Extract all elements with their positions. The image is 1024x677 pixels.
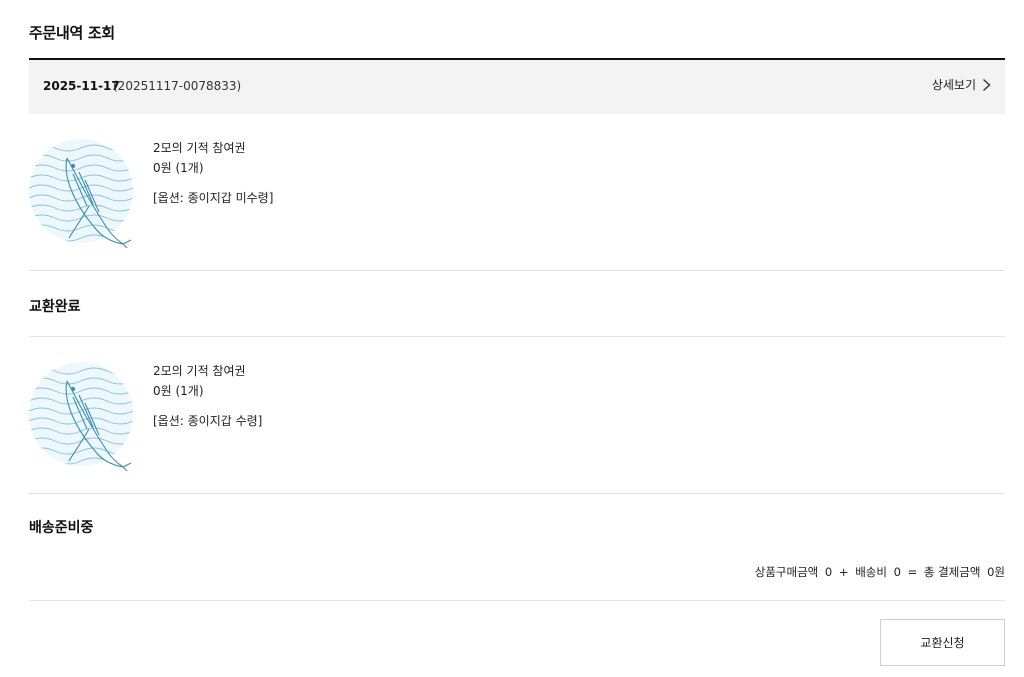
divider: [29, 270, 1005, 271]
item-name[interactable]: 2모의 기적 참여권: [153, 139, 246, 156]
divider: [29, 336, 1005, 337]
item-price: 0원 (1개): [153, 161, 204, 175]
exchange-request-button[interactable]: 교환신청: [880, 619, 1005, 666]
chevron-right-icon: [983, 78, 991, 91]
product-amount-label: 상품구매금액: [754, 565, 819, 579]
item-price: 0원 (1개): [153, 384, 204, 398]
page-title: 주문내역 조회: [29, 24, 115, 42]
view-details-label: 상세보기: [931, 78, 976, 92]
product-thumbnail-whale[interactable]: [29, 136, 141, 248]
view-details-link[interactable]: 상세보기: [932, 76, 991, 93]
product-amount-value: 0: [824, 565, 833, 579]
divider: [29, 493, 1005, 494]
shipping-fee-value: 0: [893, 565, 901, 579]
item-name[interactable]: 2모의 기적 참여권: [153, 362, 246, 379]
divider: [29, 600, 1005, 601]
shipping-fee-label: 배송비: [855, 565, 887, 579]
status-preparing-shipment: 배송준비중: [29, 520, 94, 536]
order-number: (20251117-0078833): [113, 79, 242, 93]
order-header: 2025-11-17 (20251117-0078833) 상세보기: [29, 60, 1005, 114]
total-payment-value: 0원: [987, 565, 1005, 579]
total-payment-label: 총 결제금액: [923, 565, 981, 579]
plus-sign: +: [838, 565, 849, 579]
payment-summary: 상품구매금액 0 + 배송비 0 = 총 결제금액 0원: [752, 564, 1005, 580]
status-exchange-complete: 교환완료: [29, 299, 81, 315]
item-option: [옵션: 종이지갑 수령]: [153, 414, 263, 428]
product-thumbnail-whale[interactable]: [29, 359, 141, 471]
equals-sign: =: [907, 565, 918, 579]
item-option: [옵션: 종이지갑 미수령]: [153, 191, 274, 205]
order-date: 2025-11-17: [43, 79, 120, 93]
